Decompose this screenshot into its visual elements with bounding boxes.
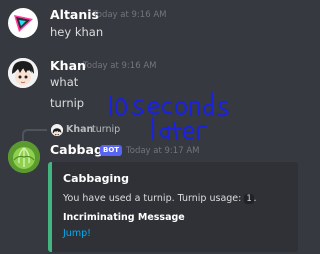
- embed-field-name: Incriminating Message: [63, 212, 185, 223]
- timestamp: Today at 9:16 AM: [83, 61, 157, 71]
- embed-description-text: You have used a turnip. Turnip usage:: [63, 193, 242, 204]
- reply-avatar: [51, 124, 63, 136]
- author-name[interactable]: Khan: [50, 58, 86, 73]
- khan-avatar-icon: [8, 58, 38, 88]
- khan-avatar-mini-icon: [51, 127, 63, 136]
- jump-link[interactable]: Jump!: [63, 228, 91, 239]
- avatar-altanis[interactable]: [8, 8, 38, 38]
- embed-title: Cabbaging: [63, 172, 130, 185]
- timestamp: Today at 9:16 AM: [93, 10, 167, 20]
- embed-card: Cabbaging You have used a turnip. Turnip…: [48, 162, 298, 252]
- avatar-khan[interactable]: [8, 58, 38, 88]
- reply-text[interactable]: turnip: [92, 124, 120, 135]
- bot-badge: BOT: [100, 145, 123, 156]
- timestamp: Today at 9:17 AM: [126, 146, 200, 156]
- cabbage-icon: [8, 141, 40, 173]
- message-text: turnip: [50, 96, 85, 110]
- usage-count: 1: [244, 194, 254, 204]
- embed-description-suffix: .: [253, 193, 257, 204]
- altanis-logo-icon: [8, 8, 38, 38]
- reply-author[interactable]: Khan: [66, 124, 93, 135]
- message-text: hey khan: [50, 25, 104, 39]
- message-text: what: [50, 75, 79, 89]
- embed-description: You have used a turnip. Turnip usage: 1.: [63, 193, 257, 204]
- author-name[interactable]: Altanis: [50, 7, 99, 22]
- avatar-cabbage[interactable]: [8, 141, 40, 173]
- handwritten-annotation: [109, 91, 229, 141]
